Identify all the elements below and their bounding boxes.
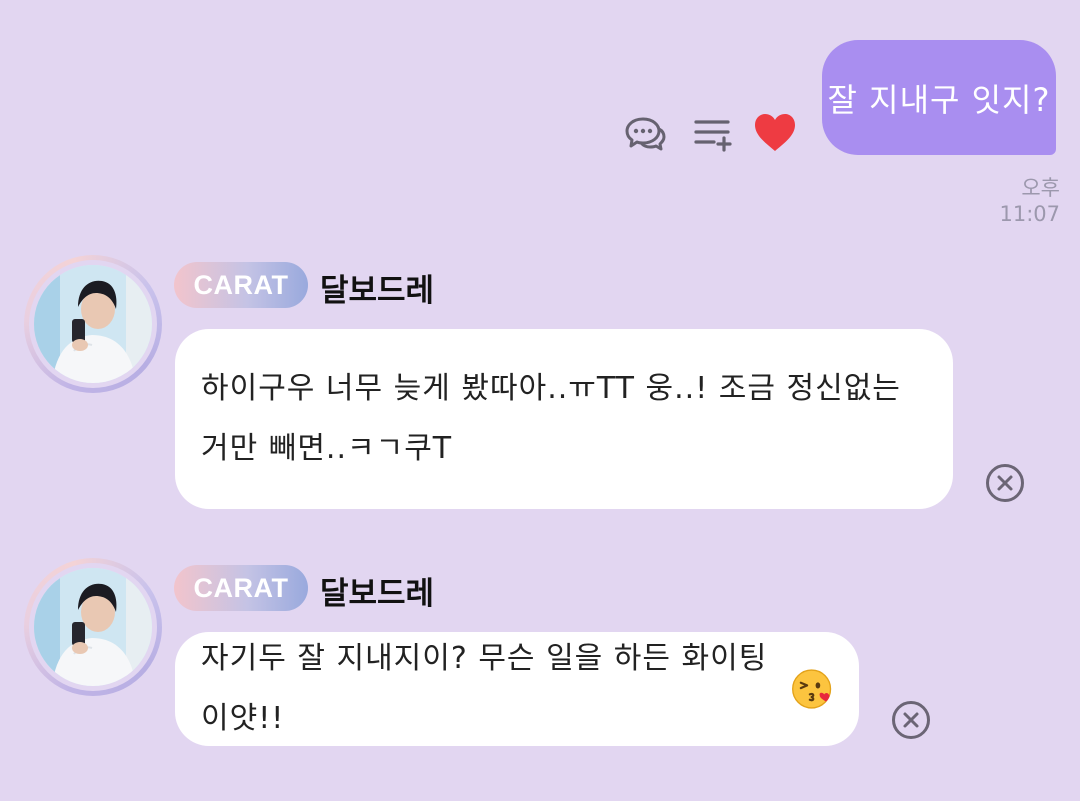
received-message: CARAT 달보드레 하이구우 너무 늦게 봤따아..ㅠTT 웅..! 조금 정…: [0, 255, 1080, 515]
carat-badge: CARAT: [174, 262, 308, 308]
received-message-text: 하이구우 너무 늦게 봤따아..ㅠTT 웅..! 조금 정신없는 거만 빼면..…: [201, 371, 901, 466]
message-timestamp: 오후 11:07: [999, 176, 1060, 226]
sender-name[interactable]: 달보드레: [320, 568, 434, 613]
carat-badge: CARAT: [174, 565, 308, 611]
received-message-text: 자기두 잘 지내지이? 무슨 일을 하든 화이팅이얏!!: [201, 641, 768, 736]
received-message-bubble[interactable]: 자기두 잘 지내지이? 무슨 일을 하든 화이팅이얏!!: [175, 632, 859, 746]
avatar[interactable]: [24, 558, 162, 696]
received-message-bubble[interactable]: 하이구우 너무 늦게 봤따아..ㅠTT 웅..! 조금 정신없는 거만 빼면..…: [175, 329, 953, 509]
add-list-icon[interactable]: [690, 110, 736, 156]
sent-message-text: 잘 지내구 잇지?: [827, 80, 1051, 119]
close-icon[interactable]: [986, 464, 1024, 502]
close-icon[interactable]: [892, 701, 930, 739]
kissing-face-icon: [790, 665, 833, 713]
sender-name[interactable]: 달보드레: [320, 265, 434, 310]
message-actions: [622, 110, 807, 160]
sent-message-bubble[interactable]: 잘 지내구 잇지?: [822, 40, 1056, 155]
comment-icon[interactable]: [622, 110, 668, 156]
heart-icon[interactable]: [752, 110, 798, 156]
avatar[interactable]: [24, 255, 162, 393]
received-message: CARAT 달보드레 자기두 잘 지내지이? 무슨 일을 하든 화이팅이얏!!: [0, 558, 1080, 758]
